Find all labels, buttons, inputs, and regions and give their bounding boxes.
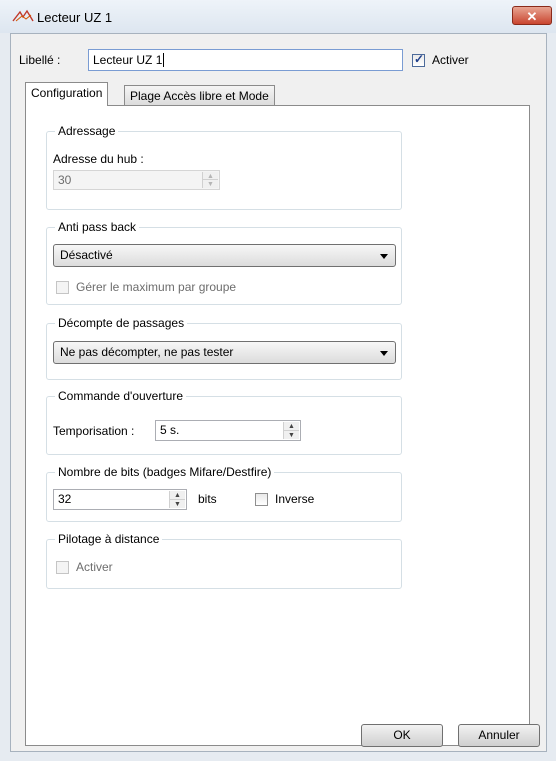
temporisation-spin-buttons[interactable]: ▲ ▼ bbox=[283, 422, 299, 439]
ok-button-label: OK bbox=[393, 728, 411, 742]
inverse-checkbox[interactable] bbox=[255, 493, 268, 506]
chevron-down-icon bbox=[380, 351, 388, 356]
anti-pass-back-legend: Anti pass back bbox=[55, 220, 140, 234]
title-bar[interactable]: Lecteur UZ 1 ✕ bbox=[0, 0, 556, 33]
commande-ouverture-group: Commande d'ouverture Temporisation : 5 s… bbox=[46, 389, 402, 455]
max-par-groupe-label: Gérer le maximum par groupe bbox=[76, 280, 237, 294]
pilotage-activer-label: Activer bbox=[76, 560, 113, 574]
anti-pass-back-group: Anti pass back Désactivé Gérer le maximu… bbox=[46, 220, 402, 305]
nombre-bits-legend: Nombre de bits (badges Mifare/Destfire) bbox=[55, 465, 275, 479]
temporisation-spinner[interactable]: 5 s. ▲ ▼ bbox=[155, 420, 301, 441]
nombre-bits-value: 32 bbox=[58, 492, 72, 506]
chevron-down-icon bbox=[380, 254, 388, 259]
pilotage-activer-checkbox[interactable] bbox=[56, 561, 69, 574]
decompte-select[interactable]: Ne pas décompter, ne pas tester bbox=[53, 341, 396, 364]
window-title: Lecteur UZ 1 bbox=[37, 10, 113, 25]
tab-plage-acces-libre-label: Plage Accès libre et Mode bbox=[130, 89, 269, 103]
hub-address-value: 30 bbox=[58, 173, 72, 187]
max-par-groupe-checkbox[interactable] bbox=[56, 281, 69, 294]
close-icon: ✕ bbox=[526, 9, 538, 24]
ok-button[interactable]: OK bbox=[361, 724, 443, 747]
decompte-legend: Décompte de passages bbox=[55, 316, 188, 330]
decompte-selected: Ne pas décompter, ne pas tester bbox=[60, 345, 234, 359]
nombre-bits-spin-buttons[interactable]: ▲ ▼ bbox=[169, 491, 185, 508]
tab-plage-acces-libre[interactable]: Plage Accès libre et Mode bbox=[124, 85, 275, 105]
commande-ouverture-legend: Commande d'ouverture bbox=[55, 389, 187, 403]
spin-up-icon[interactable]: ▲ bbox=[170, 491, 185, 500]
tab-configuration-label: Configuration bbox=[31, 86, 103, 100]
adressage-legend: Adressage bbox=[55, 124, 119, 138]
spin-up-icon[interactable]: ▲ bbox=[284, 422, 299, 431]
temporisation-value: 5 s. bbox=[160, 423, 180, 437]
hub-address-spinner[interactable]: 30 ▲ ▼ bbox=[53, 170, 220, 190]
adressage-group: Adressage Adresse du hub : 30 ▲ ▼ bbox=[46, 124, 402, 210]
configuration-panel: Adressage Adresse du hub : 30 ▲ ▼ Anti p… bbox=[25, 105, 530, 746]
activer-checkbox[interactable]: ✓ bbox=[412, 52, 425, 67]
spin-down-icon[interactable]: ▼ bbox=[284, 431, 299, 440]
hub-address-label: Adresse du hub : bbox=[53, 152, 144, 166]
inverse-label: Inverse bbox=[275, 492, 315, 506]
temporisation-label: Temporisation : bbox=[53, 424, 135, 438]
spin-down-icon[interactable]: ▼ bbox=[203, 180, 218, 188]
spin-up-icon[interactable]: ▲ bbox=[203, 172, 218, 180]
decompte-group: Décompte de passages Ne pas décompter, n… bbox=[46, 316, 402, 380]
anti-pass-back-select[interactable]: Désactivé bbox=[53, 244, 396, 267]
dialog-client-area: Libellé : Lecteur UZ 1 ✓ Activer Configu… bbox=[10, 33, 547, 752]
cancel-button-label: Annuler bbox=[478, 728, 520, 742]
close-button[interactable]: ✕ bbox=[512, 6, 552, 25]
pilotage-legend: Pilotage à distance bbox=[55, 532, 163, 546]
anti-pass-back-selected: Désactivé bbox=[60, 248, 113, 262]
hub-address-spin-buttons[interactable]: ▲ ▼ bbox=[202, 172, 218, 188]
bits-unit-label: bits bbox=[198, 492, 217, 506]
cancel-button[interactable]: Annuler bbox=[458, 724, 540, 747]
reader-app-icon bbox=[12, 9, 34, 22]
spin-down-icon[interactable]: ▼ bbox=[170, 500, 185, 509]
libelle-input[interactable]: Lecteur UZ 1 bbox=[88, 49, 403, 71]
dialog-window: Lecteur UZ 1 ✕ Libellé : Lecteur UZ 1 ✓ … bbox=[0, 0, 556, 761]
activer-label: Activer bbox=[432, 53, 469, 67]
pilotage-group: Pilotage à distance Activer bbox=[46, 532, 402, 589]
libelle-input-value: Lecteur UZ 1 bbox=[93, 53, 163, 67]
checkmark-icon: ✓ bbox=[414, 52, 425, 66]
tab-configuration[interactable]: Configuration bbox=[25, 82, 109, 106]
nombre-bits-spinner[interactable]: 32 ▲ ▼ bbox=[53, 489, 187, 510]
nombre-bits-group: Nombre de bits (badges Mifare/Destfire) … bbox=[46, 465, 402, 522]
libelle-label: Libellé : bbox=[19, 53, 61, 67]
